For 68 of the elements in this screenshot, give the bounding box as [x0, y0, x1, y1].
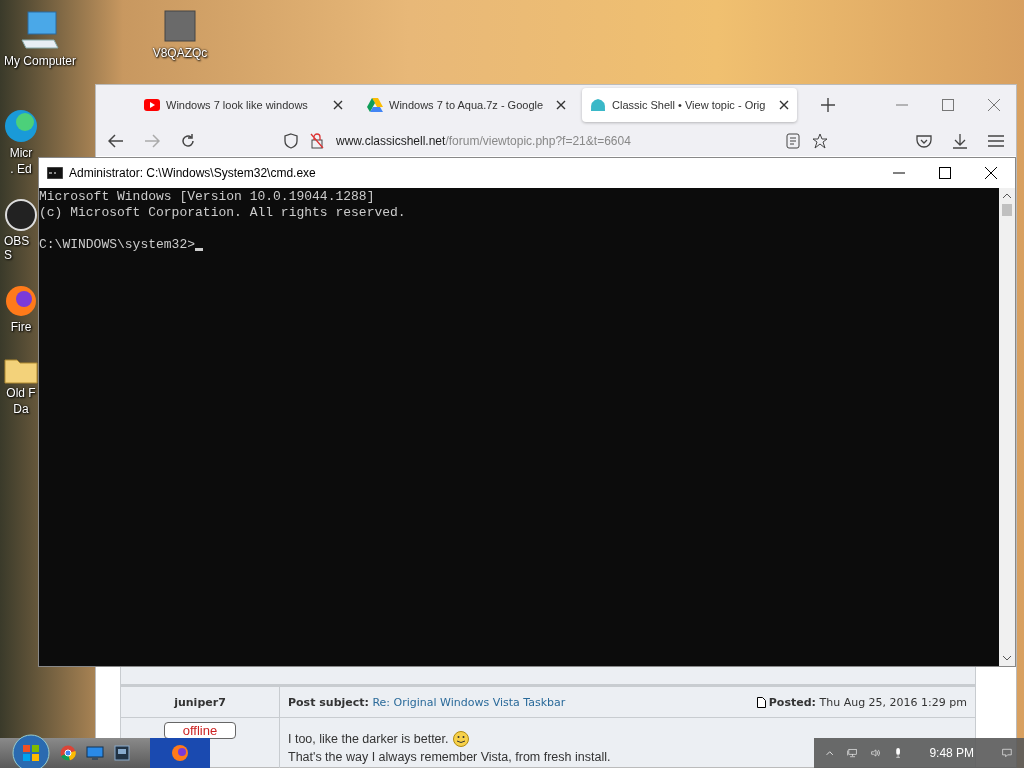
back-arrow-icon[interactable]	[108, 133, 124, 148]
author-name[interactable]: juniper7	[174, 695, 226, 709]
tab-title: Windows 7 look like windows	[166, 99, 309, 111]
console-text: Microsoft Windows [Version 10.0.19044.1288]	[39, 189, 376, 205]
download-icon[interactable]	[952, 132, 968, 149]
shell-icon	[590, 98, 606, 112]
browser-tab[interactable]: Classic Shell • View topic - Orig	[582, 88, 797, 122]
tab-title: Windows 7 to Aqua.7z - Google	[389, 99, 545, 111]
scroll-up-icon[interactable]	[1002, 192, 1012, 200]
close-icon[interactable]	[333, 100, 343, 110]
icon-label: My Computer	[4, 54, 76, 68]
firefox-icon[interactable]	[4, 284, 38, 318]
star-icon[interactable]	[812, 132, 828, 149]
speaker-icon[interactable]	[871, 746, 882, 760]
url-text: www.classicshell.net/forum/viewtopic.php?f=21&t=6604	[336, 133, 631, 148]
close-icon[interactable]	[985, 167, 997, 179]
console-icon	[47, 167, 63, 179]
document-icon	[756, 696, 766, 708]
monitor-icon[interactable]	[86, 746, 104, 760]
status-badge: offline	[163, 722, 237, 739]
post-subject: Post subject: Re: Original Windows Vista Taskbar	[288, 695, 566, 709]
start-button[interactable]	[12, 734, 50, 768]
network-icon[interactable]	[847, 746, 858, 760]
firefox-icon	[171, 744, 189, 762]
pocket-icon[interactable]	[916, 133, 932, 148]
icon-label: V8QAZQc	[152, 46, 208, 60]
menu-icon[interactable]	[988, 134, 1004, 147]
new-tab-icon[interactable]	[821, 98, 835, 112]
chrome-icon[interactable]	[60, 745, 76, 761]
computer-icon[interactable]	[18, 10, 62, 50]
lock-icon	[310, 132, 324, 149]
edge-icon[interactable]	[3, 108, 39, 144]
tab-title: Classic Shell • View topic - Orig	[612, 99, 767, 111]
icon-label: Fire	[10, 320, 32, 334]
post-date: Posted: Thu Aug 25, 2016 1:29 pm	[768, 695, 967, 709]
icon-label: Micr	[9, 146, 33, 160]
folder-icon[interactable]	[4, 356, 38, 384]
console-text: (c) Microsoft Corporation. All rights reserved.	[39, 205, 407, 221]
reader-icon[interactable]	[786, 132, 800, 149]
chevron-up-icon[interactable]	[826, 749, 834, 757]
clock[interactable]: 9:48 PM	[929, 746, 975, 760]
post-text: I too, like the darker is better.	[288, 732, 449, 746]
smiley-icon	[452, 731, 469, 747]
taskbar-button[interactable]	[150, 738, 210, 768]
icon-label: Old F	[6, 386, 36, 400]
triangle-icon	[367, 98, 383, 112]
shield-icon	[284, 132, 298, 149]
notification-icon[interactable]	[1002, 746, 1012, 760]
text-cursor	[195, 248, 204, 251]
browser-tab[interactable]: Windows 7 look like windows	[136, 88, 351, 122]
icon-label: Da	[13, 402, 29, 416]
obs-icon[interactable]	[4, 198, 38, 232]
command-prompt[interactable]: C:\WINDOWS\system32>	[39, 237, 196, 253]
windows-icon[interactable]	[114, 745, 130, 761]
reload-icon[interactable]	[180, 132, 196, 149]
scroll-thumb[interactable]	[1002, 204, 1012, 216]
post-text: That's the way I always remember Vista, from fresh install.	[288, 750, 611, 764]
close-icon[interactable]	[779, 100, 789, 110]
maximize-icon[interactable]	[939, 167, 951, 179]
icon-label: OBS S	[4, 234, 31, 262]
icon-label: . Ed	[10, 162, 32, 176]
close-icon[interactable]	[556, 100, 566, 110]
scrollbar[interactable]	[999, 188, 1015, 666]
browser-tab[interactable]: Windows 7 to Aqua.7z - Google	[359, 88, 574, 122]
window-title: Administrator: C:\Windows\System32\cmd.exe	[69, 166, 316, 180]
play-icon	[144, 99, 160, 111]
microphone-icon[interactable]	[895, 745, 902, 761]
scroll-down-icon[interactable]	[1002, 654, 1012, 662]
